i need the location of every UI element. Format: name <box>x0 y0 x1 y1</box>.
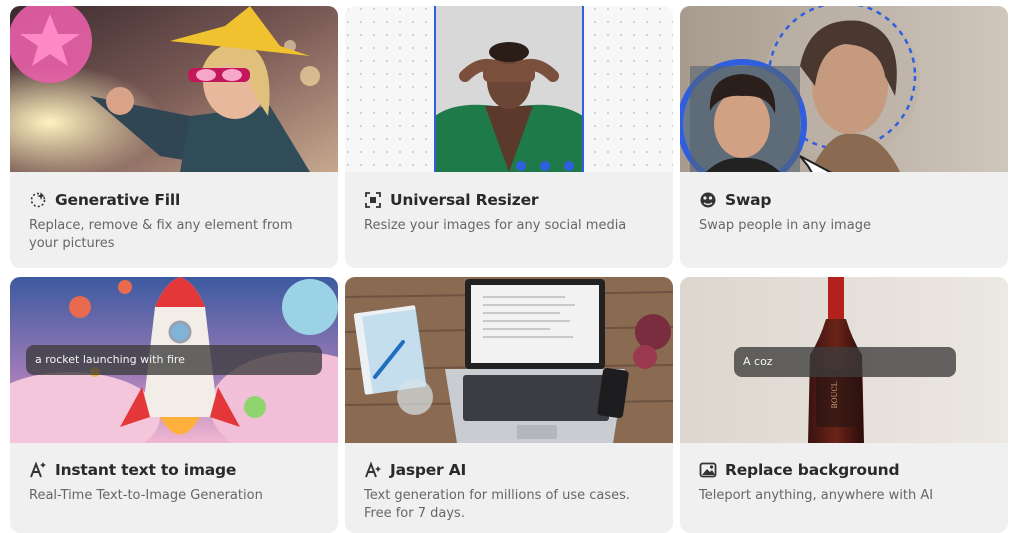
svg-text:BOUCL: BOUCL <box>831 381 839 408</box>
card-universal-resizer[interactable]: Universal Resizer Resize your images for… <box>345 6 673 268</box>
image-replace-icon <box>699 462 717 478</box>
card-description: Resize your images for any social media <box>364 218 627 233</box>
card-description: Swap people in any image <box>699 218 871 233</box>
card-replace-background[interactable]: BOUCL A coz Replace background Teleport … <box>680 277 1008 533</box>
jasper-ai-thumbnail <box>345 277 673 443</box>
tools-grid: Generative Fill Replace, remove & fix an… <box>0 0 1019 533</box>
prompt-input[interactable]: A coz <box>734 347 956 377</box>
face-swap-icon <box>700 192 716 208</box>
swap-thumbnail <box>680 6 1008 172</box>
instant-text-to-image-thumbnail: a rocket launching with fire <box>10 277 338 443</box>
card-title: Generative Fill <box>55 191 181 209</box>
card-title: Replace background <box>725 461 900 479</box>
card-title: Universal Resizer <box>390 191 539 209</box>
card-instant-text-to-image[interactable]: a rocket launching with fire Instant tex… <box>10 277 338 533</box>
card-description: Teleport anything, anywhere with AI <box>699 488 934 503</box>
replace-background-thumbnail: BOUCL A coz <box>680 277 1008 443</box>
dotted-circle-sparkle-icon <box>30 192 46 208</box>
card-title: Instant text to image <box>55 461 237 479</box>
a-sparkle-icon <box>365 461 381 478</box>
card-jasper-ai[interactable]: Jasper AI Text generation for millions o… <box>345 277 673 533</box>
card-swap[interactable]: Swap Swap people in any image <box>680 6 1008 268</box>
prompt-input[interactable]: a rocket launching with fire <box>26 345 322 375</box>
card-description: Real-Time Text-to-Image Generation <box>29 488 263 503</box>
card-description: Text generation for millions of use case… <box>364 488 631 521</box>
card-title: Jasper AI <box>390 461 467 479</box>
universal-resizer-thumbnail <box>345 6 673 172</box>
card-description: Replace, remove & fix any element from y… <box>29 218 293 251</box>
card-generative-fill[interactable]: Generative Fill Replace, remove & fix an… <box>10 6 338 268</box>
resize-frame-icon <box>365 192 381 208</box>
card-title: Swap <box>725 191 772 209</box>
generative-fill-thumbnail <box>10 6 338 172</box>
text-sparkle-icon <box>30 461 46 478</box>
